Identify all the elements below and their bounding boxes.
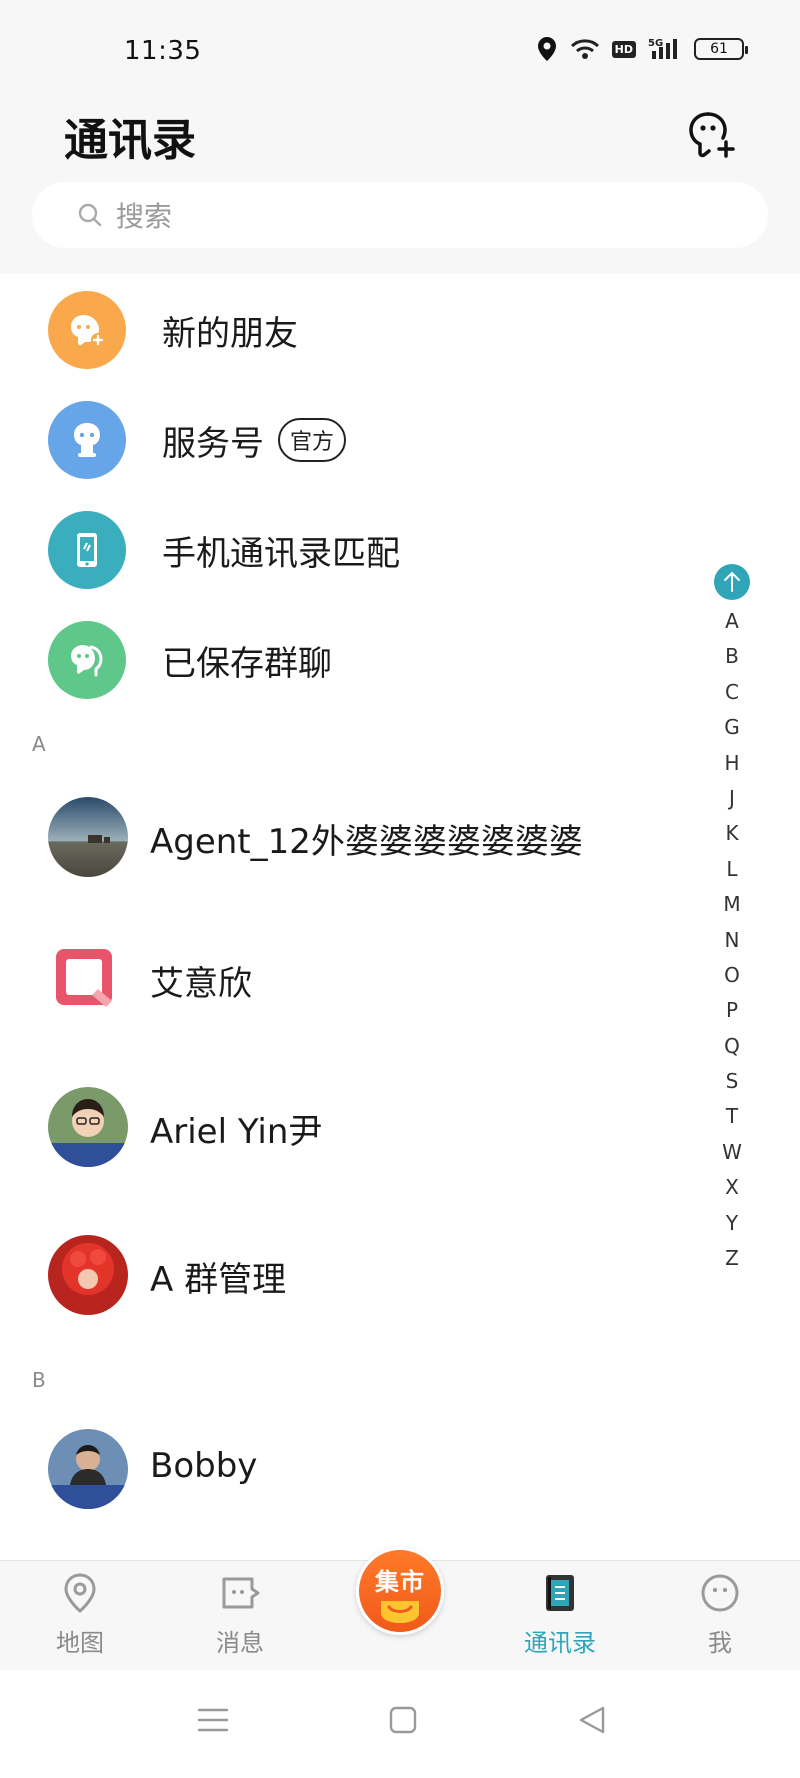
index-letter[interactable]: Z: [725, 1241, 739, 1276]
service-icon: [48, 401, 126, 479]
search-input[interactable]: 搜索: [32, 182, 768, 248]
contact-row[interactable]: Agent_12外婆婆婆婆婆婆婆: [0, 772, 720, 902]
bottom-nav: 地图 消息 集市 通讯录 我: [0, 1547, 800, 1670]
index-letter[interactable]: N: [725, 923, 740, 958]
contact-row[interactable]: A 群管理: [0, 1210, 720, 1340]
index-letter[interactable]: S: [726, 1064, 739, 1099]
index-letter[interactable]: X: [725, 1170, 739, 1205]
phone-contacts-match-label: 手机通讯录匹配: [162, 533, 400, 574]
message-icon: [222, 1577, 260, 1609]
nav-map-label: 地图: [56, 1629, 104, 1657]
phone-contacts-match-row[interactable]: 手机通讯录匹配: [0, 495, 800, 605]
contact-name: Agent_12外婆婆婆婆婆婆婆: [150, 822, 583, 862]
nav-contacts-label: 通讯录: [524, 1629, 596, 1657]
index-letter[interactable]: J: [729, 781, 735, 816]
saved-groups-label: 已保存群聊: [162, 643, 332, 684]
header: 通讯录 搜索: [0, 96, 800, 274]
nav-me-label: 我: [708, 1629, 732, 1657]
page-title: 通讯录: [64, 115, 196, 166]
contact-name: Bobby: [150, 1446, 258, 1486]
home-icon[interactable]: [383, 1700, 423, 1740]
contact-name: A 群管理: [150, 1260, 287, 1300]
avatar: [48, 1235, 128, 1315]
wifi-icon: [570, 39, 599, 59]
menu-icon[interactable]: [193, 1700, 233, 1740]
smile-icon: [381, 1601, 419, 1623]
signal-icon: 5G: [648, 38, 677, 59]
status-bar: 11:35 HD 5G 61: [0, 0, 800, 96]
service-accounts-row[interactable]: 服务号 官方: [0, 385, 800, 495]
index-letter[interactable]: Y: [726, 1206, 738, 1241]
function-list: 新的朋友 服务号 官方 手机通讯录匹配 已保存群聊: [0, 275, 800, 715]
index-letter[interactable]: B: [725, 639, 739, 674]
add-contact-icon[interactable]: [682, 106, 738, 162]
new-friends-label: 新的朋友: [162, 313, 298, 354]
index-letter[interactable]: W: [722, 1135, 742, 1170]
search-placeholder: 搜索: [116, 200, 173, 233]
contact-name: Ariel Yin尹: [150, 1112, 323, 1152]
person-plus-icon: [48, 291, 126, 369]
status-time: 11:35: [124, 36, 202, 66]
nav-messages-label: 消息: [216, 1629, 264, 1657]
service-accounts-label: 服务号 官方: [162, 416, 347, 465]
index-letter[interactable]: A: [725, 604, 739, 639]
index-letter[interactable]: M: [723, 887, 740, 922]
index-letter[interactable]: K: [725, 816, 738, 851]
contact-row[interactable]: Bobby: [0, 1404, 720, 1534]
phone-icon: [48, 511, 126, 589]
group-icon: [48, 621, 126, 699]
system-nav-bar: [0, 1670, 800, 1778]
nav-me[interactable]: 我: [660, 1571, 780, 1658]
back-icon[interactable]: [573, 1700, 613, 1740]
index-letter[interactable]: H: [724, 746, 739, 781]
location-icon: [537, 37, 556, 61]
me-face-icon: [701, 1574, 739, 1612]
avatar: [48, 1429, 128, 1509]
index-letter[interactable]: G: [724, 710, 740, 745]
contacts-book-icon: [546, 1575, 574, 1611]
battery-icon: 61: [694, 38, 748, 60]
new-friends-row[interactable]: 新的朋友: [0, 275, 800, 385]
index-letter[interactable]: O: [724, 958, 740, 993]
nav-contacts[interactable]: 通讯录: [500, 1571, 620, 1658]
section-header-a: A: [32, 732, 46, 756]
hd-icon: HD: [611, 40, 636, 58]
search-icon: [78, 203, 102, 227]
alphabet-index[interactable]: A B C G H J K L M N O P Q S T W X Y Z: [714, 564, 750, 1276]
avatar: [48, 797, 128, 877]
avatar: [48, 1087, 128, 1167]
market-label: 集市: [375, 1568, 425, 1596]
avatar: [48, 939, 128, 1019]
index-letter[interactable]: C: [725, 675, 739, 710]
contact-row[interactable]: Ariel Yin尹: [0, 1062, 720, 1192]
official-badge: 官方: [278, 418, 347, 462]
market-button[interactable]: 集市: [356, 1547, 444, 1635]
section-header-b: B: [32, 1368, 46, 1392]
contact-row[interactable]: 艾意欣: [0, 914, 720, 1044]
index-letter[interactable]: L: [726, 852, 737, 887]
nav-map[interactable]: 地图: [20, 1571, 140, 1658]
index-letter[interactable]: T: [726, 1099, 738, 1134]
index-letter[interactable]: Q: [724, 1029, 740, 1064]
status-icons: HD 5G 61: [536, 36, 748, 62]
map-pin-icon: [64, 1573, 96, 1613]
index-letter[interactable]: P: [726, 993, 738, 1028]
scroll-top-icon[interactable]: [714, 564, 750, 600]
saved-groups-row[interactable]: 已保存群聊: [0, 605, 800, 715]
contact-name: 艾意欣: [150, 964, 252, 1004]
service-accounts-text: 服务号: [162, 423, 264, 464]
nav-messages[interactable]: 消息: [180, 1571, 300, 1658]
